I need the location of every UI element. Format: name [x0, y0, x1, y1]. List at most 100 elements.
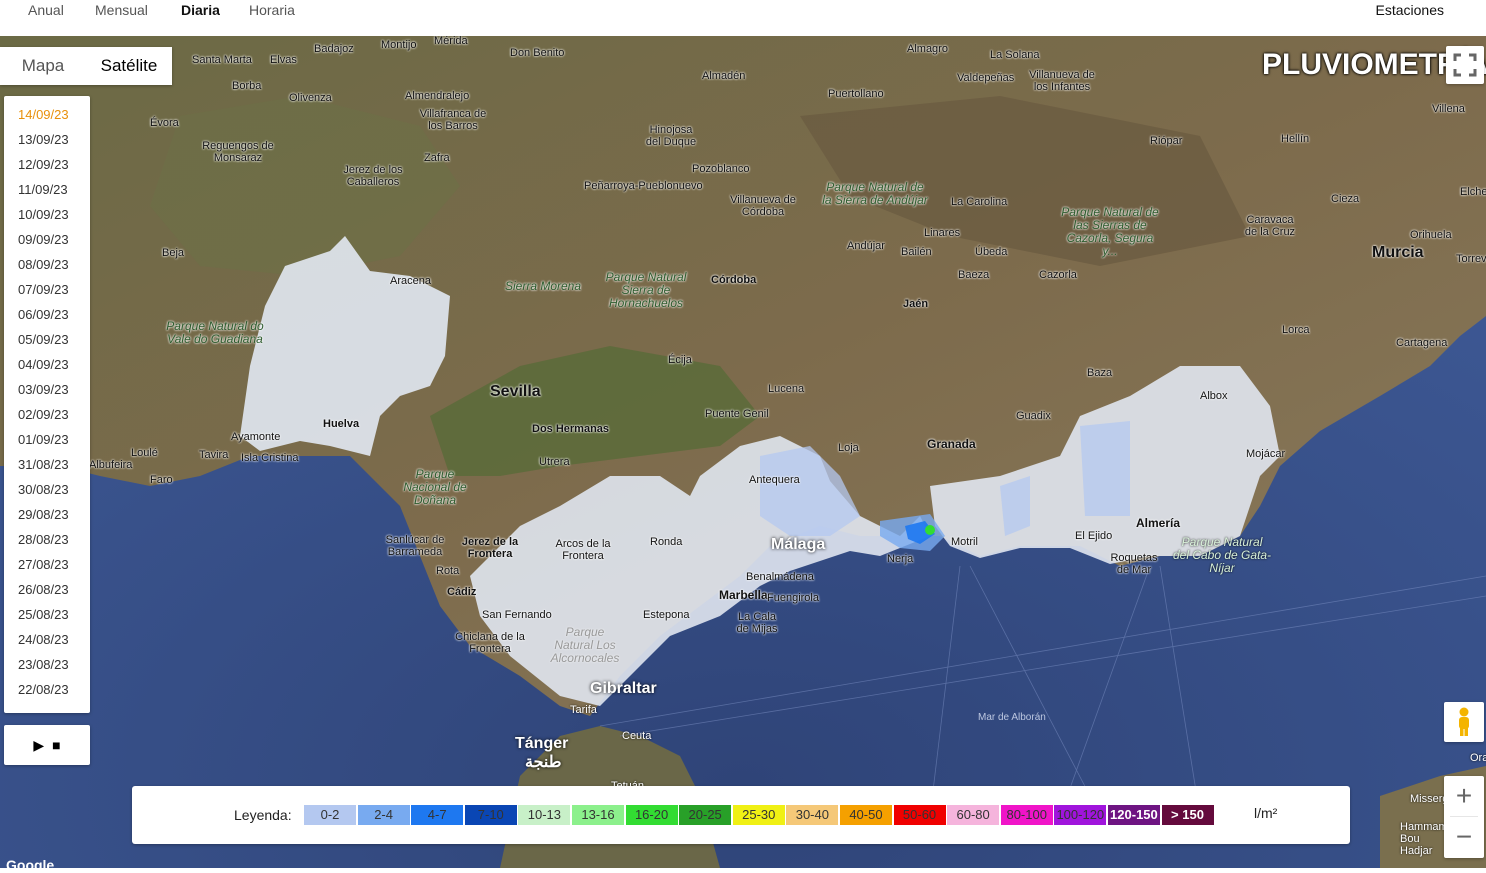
place-label: Cazorla	[1039, 269, 1077, 281]
pegman-icon	[1459, 707, 1469, 736]
place-label: Isla Cristina	[241, 452, 299, 464]
place-label: La Solana	[990, 49, 1040, 61]
date-item[interactable]: 03/09/23	[4, 377, 90, 402]
legend-swatches: 0-2 2-4 4-7 7-10 10-13 13-16 16-20 20-25 25-30 30…	[304, 805, 1215, 825]
legend-swatch: 20-25	[679, 805, 732, 825]
date-item[interactable]: 28/08/23	[4, 527, 90, 552]
place-label: Ceuta	[622, 730, 652, 742]
date-item[interactable]: 04/09/23	[4, 352, 90, 377]
date-item[interactable]: 06/09/23	[4, 302, 90, 327]
date-item[interactable]: 25/08/23	[4, 602, 90, 627]
place-label: Ayamonte	[231, 431, 281, 443]
place-label: Pozoblanco	[692, 163, 750, 175]
date-item[interactable]: 23/08/23	[4, 652, 90, 677]
map-type-control: Mapa Satélite	[0, 47, 172, 85]
date-item[interactable]: 29/08/23	[4, 502, 90, 527]
place-label: Almagro	[907, 43, 948, 55]
place-label: Sanlúcar de Barrameda	[385, 534, 445, 558]
place-label: Puertollano	[828, 88, 884, 100]
stop-button[interactable]: ■	[52, 737, 60, 753]
zoom-in-button[interactable]: +	[1444, 776, 1484, 816]
date-item[interactable]: 22/08/23	[4, 677, 90, 702]
date-item[interactable]: 07/09/23	[4, 277, 90, 302]
place-label: Almadén	[702, 70, 746, 82]
place-label: La Carolina	[951, 196, 1008, 208]
tab-diaria[interactable]: Diaria	[181, 2, 220, 18]
date-item[interactable]: 31/08/23	[4, 452, 90, 477]
place-label: Badajoz	[314, 43, 354, 55]
place-label: Marbella	[719, 588, 768, 602]
date-item[interactable]: 13/09/23	[4, 127, 90, 152]
place-label: Évora	[150, 117, 179, 129]
place-label: Écija	[668, 354, 692, 366]
place-label: Fuengirola	[767, 592, 819, 604]
place-label: Rota	[436, 565, 460, 577]
place-label: Andújar	[847, 240, 885, 252]
place-label: Jerez de los Caballeros	[343, 164, 403, 188]
place-label: Hammam Bou Hadjar	[1400, 821, 1448, 857]
park-label: Parque Natural de las Sierras de Cazorla…	[1061, 205, 1159, 258]
play-button[interactable]: ▶	[33, 737, 44, 754]
place-label: Elvas	[270, 54, 297, 66]
date-item[interactable]: 14/09/23	[4, 102, 90, 127]
place-label: Reguengos de Monsaraz	[202, 140, 274, 164]
date-item[interactable]: 11/09/23	[4, 177, 90, 202]
place-label: Utrera	[539, 456, 570, 468]
date-item[interactable]: 24/08/23	[4, 627, 90, 652]
park-label: Sierra Morena	[505, 279, 582, 293]
place-label: Hellín	[1281, 133, 1310, 145]
legend-swatch: 40-50	[839, 805, 892, 825]
date-item[interactable]: 05/09/23	[4, 327, 90, 352]
park-label: Parque Natural del Cabo de Gata-Níjar	[1172, 535, 1272, 575]
zoom-out-button[interactable]: −	[1444, 817, 1484, 857]
legend-swatch: 0-2	[304, 805, 356, 825]
place-label: Gibraltar	[590, 680, 657, 697]
map-type-satellite-button[interactable]: Satélite	[86, 47, 172, 85]
place-label: Lucena	[768, 383, 805, 395]
park-label: Parque Natural de la Sierra de Andújar	[822, 180, 928, 207]
fullscreen-button[interactable]	[1446, 46, 1484, 84]
place-label: Montijo	[381, 39, 417, 51]
place-label: Chiclana de la Frontera	[455, 631, 525, 655]
place-label: Cartagena	[1396, 337, 1448, 349]
place-label: Oran	[1470, 752, 1486, 764]
legend-swatch: 16-20	[625, 805, 678, 825]
place-label: Villanueva de Córdoba	[730, 194, 796, 218]
legend-swatch: 50-60	[893, 805, 946, 825]
date-item[interactable]: 27/08/23	[4, 552, 90, 577]
date-item[interactable]: 26/08/23	[4, 577, 90, 602]
legend-swatch: 7-10	[464, 805, 517, 825]
place-label: Albufeira	[89, 459, 133, 471]
legend-swatch: 2-4	[357, 805, 410, 825]
animation-controls: ▶ ■	[4, 725, 90, 765]
legend-swatch: 100-120	[1054, 805, 1107, 825]
legend-swatch: 30-40	[786, 805, 839, 825]
tab-horaria[interactable]: Horaria	[249, 2, 295, 18]
legend-label: Leyenda:	[234, 807, 292, 823]
park-label: Parque Natural do Vale do Guadiana	[166, 319, 264, 346]
place-label: Beja	[162, 247, 185, 259]
legend-swatch: 60-80	[947, 805, 1000, 825]
date-item[interactable]: 10/09/23	[4, 202, 90, 227]
date-item[interactable]: 30/08/23	[4, 477, 90, 502]
date-item[interactable]: 01/09/23	[4, 427, 90, 452]
satellite-map[interactable]: Badajoz Montijo Mérida Don Benito Almagr…	[0, 36, 1486, 868]
stations-link[interactable]: Estaciones	[1376, 2, 1444, 18]
place-label: Granada	[927, 437, 976, 451]
date-item[interactable]: 09/09/23	[4, 227, 90, 252]
place-label: Villanueva de los Infantes	[1029, 69, 1095, 93]
date-list: 14/09/23 13/09/23 12/09/23 11/09/23 10/09/23…	[4, 96, 90, 713]
place-label: Motril	[951, 536, 978, 548]
place-label: Caravaca de la Cruz	[1244, 214, 1296, 238]
date-item[interactable]: 08/09/23	[4, 252, 90, 277]
place-label: Linares	[924, 227, 961, 239]
map-type-map-button[interactable]: Mapa	[0, 47, 86, 85]
date-item[interactable]: 02/09/23	[4, 402, 90, 427]
tab-mensual[interactable]: Mensual	[95, 2, 148, 18]
place-label: Peñarroya-Pueblonuevo	[584, 180, 703, 192]
place-label: Borba	[232, 80, 262, 92]
street-view-button[interactable]	[1444, 702, 1484, 742]
tab-anual[interactable]: Anual	[28, 2, 64, 18]
date-item[interactable]: 12/09/23	[4, 152, 90, 177]
place-label: Cieza	[1331, 193, 1360, 205]
